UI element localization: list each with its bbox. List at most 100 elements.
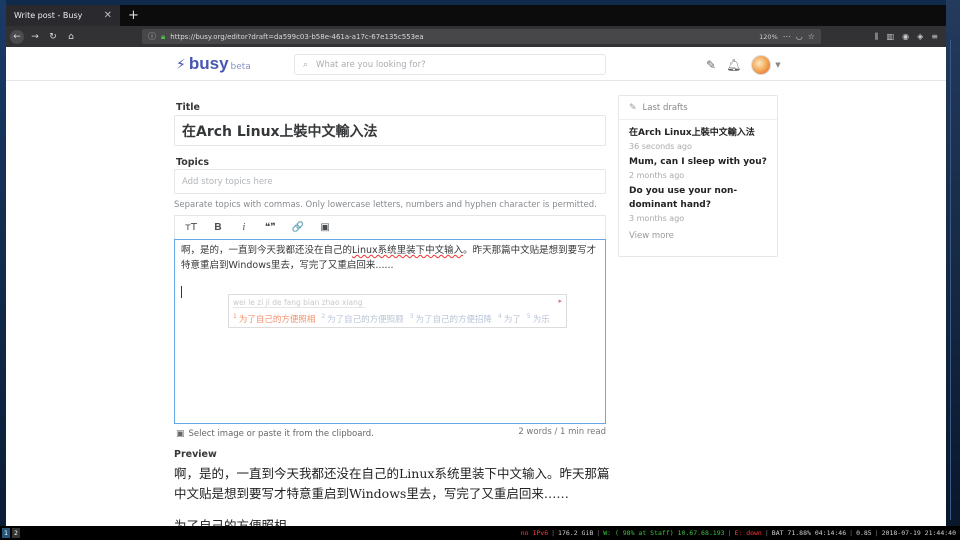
preview-extra-line: 为了自己的方便照相 bbox=[174, 518, 287, 526]
workspace-1[interactable]: 1 bbox=[2, 528, 10, 538]
tab-title: Write post - Busy bbox=[14, 11, 83, 20]
back-arrow-icon[interactable]: ← bbox=[10, 29, 24, 44]
logo-text: busy bbox=[188, 54, 229, 73]
forward-arrow-icon[interactable]: → bbox=[28, 30, 42, 44]
ime-candidate-popup[interactable]: wei le zi ji de fang bian zhao xiang ▸ 1… bbox=[228, 294, 567, 328]
ime-next-page-icon[interactable]: ▸ bbox=[558, 297, 562, 305]
link-button[interactable]: 🔗 bbox=[292, 222, 304, 233]
battery-status: BAT 71.88% 04:14:46 bbox=[771, 529, 847, 537]
topics-input[interactable]: Add story topics here bbox=[174, 169, 606, 194]
candidate-text: 为了 bbox=[503, 315, 521, 325]
bolt-icon: ⚡︎ bbox=[176, 57, 186, 73]
separator: | bbox=[596, 529, 601, 537]
tab-write-post[interactable]: Write post - Busy ✕ bbox=[6, 5, 120, 26]
body-text-segment: 。昨天那篇中文贴是想到要写才 bbox=[463, 245, 597, 256]
status-bar: no IPv6 | 176.2 GiB | W: ( 98% at Staff)… bbox=[521, 529, 960, 537]
quote-button[interactable]: ❝❞ bbox=[265, 222, 276, 233]
new-tab-button[interactable]: + bbox=[120, 5, 147, 26]
chevron-down-icon[interactable]: ▼ bbox=[775, 61, 780, 69]
info-icon[interactable]: ⓘ bbox=[148, 31, 156, 42]
system-taskbar: 1 2 no IPv6 | 176.2 GiB | W: ( 98% at St… bbox=[0, 526, 960, 540]
datetime-status: 2018-07-19 21:44:40 bbox=[881, 529, 956, 537]
avatar[interactable] bbox=[751, 55, 772, 75]
ethernet-status: E: down bbox=[734, 529, 762, 537]
logo-badge: beta bbox=[230, 62, 251, 72]
ime-candidate[interactable]: 4 为了 bbox=[498, 313, 521, 325]
title-label: Title bbox=[176, 102, 200, 113]
extension-icon-2[interactable]: ◈ bbox=[917, 32, 923, 42]
preview-label: Preview bbox=[174, 449, 217, 460]
view-more-link[interactable]: View more bbox=[619, 227, 777, 245]
draft-time: 36 seconds ago bbox=[629, 142, 692, 151]
candidate-number: 1 bbox=[233, 313, 237, 321]
separator: | bbox=[874, 529, 879, 537]
candidate-text: 为了自己的方便招降 bbox=[415, 315, 493, 325]
page-content: ⚡︎ busy beta ⌕ What are you looking for?… bbox=[6, 47, 946, 526]
draft-item[interactable]: Mum, can I sleep with you? 2 months ago bbox=[619, 155, 777, 182]
ime-candidate[interactable]: 2 为了自己的方便照顾 bbox=[321, 313, 403, 325]
extension-icon[interactable]: ◉ bbox=[902, 32, 909, 42]
image-upload-hint[interactable]: ▣ Select image or paste it from the clip… bbox=[176, 429, 374, 439]
lock-icon: 🔒︎ bbox=[161, 31, 166, 41]
sidebar-icon[interactable]: ▥ bbox=[887, 32, 895, 42]
separator: | bbox=[849, 529, 854, 537]
reload-icon[interactable]: ↻ bbox=[46, 30, 60, 44]
bookmark-star-icon[interactable]: ☆ bbox=[808, 32, 815, 41]
draft-item[interactable]: 在Arch Linux上裝中文輸入法 36 seconds ago bbox=[619, 126, 777, 153]
url-bar[interactable]: ⓘ 🔒︎ https://busy.org/editor?draft=da599… bbox=[142, 29, 821, 44]
separator: | bbox=[551, 529, 556, 537]
title-input[interactable]: 在Arch Linux上裝中文輸入法 bbox=[174, 115, 606, 146]
candidate-number: 5 bbox=[526, 313, 531, 321]
site-header: ⚡︎ busy beta ⌕ What are you looking for?… bbox=[6, 47, 946, 81]
separator: | bbox=[764, 529, 769, 537]
italic-button[interactable]: i bbox=[239, 222, 249, 233]
ipv6-status: no IPv6 bbox=[520, 529, 549, 537]
candidate-number: 4 bbox=[498, 313, 502, 321]
tab-bar: Write post - Busy ✕ + bbox=[6, 5, 946, 26]
drafts-icon: ✎ bbox=[629, 102, 637, 113]
busy-logo[interactable]: ⚡︎ busy beta bbox=[176, 54, 251, 74]
bell-icon[interactable]: 🔔︎ bbox=[726, 58, 741, 72]
word-count: 2 words / 1 min read bbox=[518, 427, 606, 437]
url-text[interactable]: https://busy.org/editor?draft=da599c03-b… bbox=[170, 33, 754, 41]
topics-label: Topics bbox=[176, 157, 210, 168]
ime-candidate[interactable]: 1 为了自己的方便照相 bbox=[233, 313, 315, 325]
workspace-2[interactable]: 2 bbox=[12, 528, 20, 538]
draft-title[interactable]: 在Arch Linux上裝中文輸入法 bbox=[629, 126, 767, 140]
menu-icon[interactable]: ≡ bbox=[931, 32, 938, 42]
write-icon[interactable]: ✎ bbox=[706, 58, 716, 72]
draft-title[interactable]: Do you use your non-dominant hand? bbox=[629, 184, 767, 212]
body-textarea[interactable]: 啊，是的，一直到今天我都还没在自己的Linux系统里装下中文输入。昨天那篇中文贴… bbox=[174, 239, 606, 424]
image-hint-text: Select image or paste it from the clipbo… bbox=[188, 429, 374, 439]
text-cursor bbox=[181, 286, 182, 298]
body-line-2: 特意重启到Windows里去，写完了又重启回来...... bbox=[181, 260, 394, 271]
ime-candidate[interactable]: 5 为乐 bbox=[527, 313, 550, 325]
heading-button[interactable]: тT bbox=[185, 222, 197, 233]
browser-window: Write post - Busy ✕ + ← → ↻ ⌂ ⓘ 🔒︎ https… bbox=[6, 5, 946, 526]
image-icon: ▣ bbox=[176, 429, 185, 439]
search-input[interactable]: ⌕ What are you looking for? bbox=[294, 54, 606, 75]
zoom-level[interactable]: 120% bbox=[759, 33, 778, 41]
drafts-header: ✎ Last drafts bbox=[619, 96, 777, 120]
page-actions-icon[interactable]: ⋯ bbox=[783, 32, 791, 41]
image-button[interactable]: ▣ bbox=[320, 222, 330, 233]
ime-candidates: 1 为了自己的方便照相 2 为了自己的方便照顾 3 为了自己的方便招降 4 为了 5 为乐 bbox=[233, 313, 550, 325]
bold-button[interactable]: B bbox=[213, 222, 223, 233]
candidate-text: 为了自己的方便照顾 bbox=[327, 315, 404, 325]
body-text-segment: 啊，是的，一直到今天我都还没在自己的 bbox=[181, 245, 353, 256]
home-icon[interactable]: ⌂ bbox=[64, 30, 78, 44]
library-icon[interactable]: ⫼ bbox=[875, 32, 879, 42]
draft-time: 3 months ago bbox=[629, 214, 685, 223]
body-line-1: 啊，是的，一直到今天我都还没在自己的Linux系统里装下中文输入。昨天那篇中文贴… bbox=[181, 243, 599, 258]
header-actions: ✎ 🔔︎ ▼ bbox=[706, 55, 781, 75]
pocket-icon[interactable]: ◡ bbox=[796, 32, 803, 41]
topics-help: Separate topics with commas. Only lowerc… bbox=[174, 200, 597, 210]
draft-item[interactable]: Do you use your non-dominant hand? 3 mon… bbox=[619, 184, 777, 225]
nav-bar: ← → ↻ ⌂ ⓘ 🔒︎ https://busy.org/editor?dra… bbox=[6, 26, 946, 47]
separator: | bbox=[727, 529, 732, 537]
ime-candidate[interactable]: 3 为了自己的方便招降 bbox=[410, 313, 492, 325]
draft-title[interactable]: Mum, can I sleep with you? bbox=[629, 155, 767, 169]
candidate-number: 2 bbox=[321, 313, 326, 321]
close-icon[interactable]: ✕ bbox=[104, 10, 112, 21]
drafts-heading: Last drafts bbox=[642, 102, 688, 113]
